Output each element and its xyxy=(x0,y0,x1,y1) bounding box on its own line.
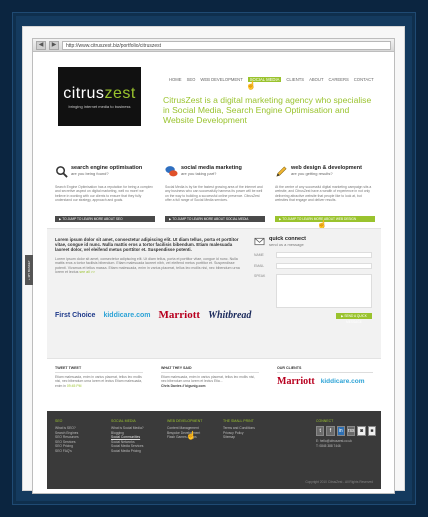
nav-careers[interactable]: CAREERS xyxy=(329,77,349,82)
kiddicare-logo: kiddicare.com xyxy=(103,311,151,319)
basket-side-tab[interactable]: + MY BASKET xyxy=(25,255,33,285)
nav-web-development[interactable]: WEB DEVELOPMENT xyxy=(200,77,242,82)
envelope-icon xyxy=(254,237,265,246)
copyright: Copyright 2010 CitrusZest - All Rights R… xyxy=(305,480,373,484)
twitter-icon[interactable]: t xyxy=(316,426,325,436)
top-navigation: HOME SEO WEB DEVELOPMENT SOCIAL MEDIA CL… xyxy=(169,77,374,82)
footer-link[interactable]: Social Media Pricing xyxy=(111,449,153,454)
marriott-logo: Marriott xyxy=(158,309,201,321)
rss-icon[interactable]: rss xyxy=(346,426,356,436)
learn-more-seo-button[interactable]: ▶ TO JUMP TO LEARN MORE ABOUT SEO xyxy=(55,216,155,222)
service-subtitle: are you being found? xyxy=(71,171,109,176)
social-links: t f in rss ◙ ■ xyxy=(316,426,376,436)
footer-link[interactable]: SEO FAQ's xyxy=(55,449,97,454)
delicious-icon[interactable]: ■ xyxy=(367,426,376,436)
tweet-time-link[interactable]: 09:45 PM xyxy=(67,384,82,388)
testimonial-text: Etiam malesuada, enim in varius placerat… xyxy=(161,375,255,384)
name-label: NAME xyxy=(254,253,264,257)
marriott-logo: Marriott xyxy=(277,376,315,387)
footer-col-social: SOCIAL MEDIA What is Social Media? Blogg… xyxy=(111,419,153,454)
speak-label: SPEAK xyxy=(254,274,266,278)
footer-connect: CONNECT t f in rss ◙ ■ E: hello@citrusze… xyxy=(316,419,376,448)
whitbread-logo: Whitbread xyxy=(208,309,252,321)
footer-heading: CONNECT xyxy=(316,419,334,423)
lower-section: TWEET TWEET Etiam malesuada, enim in var… xyxy=(55,366,373,388)
service-description: Social Media is by far the fastest growi… xyxy=(165,185,263,202)
nav-about[interactable]: ABOUT xyxy=(309,77,323,82)
nav-clients[interactable]: CLIENTS xyxy=(286,77,304,82)
services-row: search engine optimisation are you being… xyxy=(55,165,375,222)
hero-statement: CitrusZest is a digital marketing agency… xyxy=(163,95,372,125)
quick-connect-subtitle: send us a message xyxy=(269,242,304,247)
send-message-button[interactable]: ▶ SEND A QUICK MESSAGE xyxy=(336,313,372,324)
service-description: Search Engine Optimisation has a reputat… xyxy=(55,185,153,202)
kiddicare-logo: kiddicare.com xyxy=(320,378,365,385)
back-button[interactable]: ◀ xyxy=(36,40,46,50)
linkedin-icon[interactable]: in xyxy=(336,426,345,436)
website-page: citruszest bringing internet media to bu… xyxy=(47,53,381,489)
footer-col-seo: SEO What is SEO? Search Engines SEO Reso… xyxy=(55,419,97,454)
footer-link[interactable]: Sitemap xyxy=(223,435,265,440)
service-social-media: social media marketing are you taking pa… xyxy=(165,165,265,222)
forward-button[interactable]: ▶ xyxy=(49,40,59,50)
footer-heading: SOCIAL MEDIA xyxy=(111,419,136,423)
testimonial-heading: WHAT THEY SAID xyxy=(161,366,259,373)
intro-text: Lorem ipsum dolor sit amet, consectetur … xyxy=(55,237,241,275)
citruszest-logo[interactable]: citruszest bringing internet media to bu… xyxy=(58,67,141,126)
browser-window: ◀ ▶ http://www.citruszest.biz/portfolio/… xyxy=(25,38,395,494)
nav-contact[interactable]: CONTACT xyxy=(354,77,374,82)
address-bar[interactable]: http://www.citruszest.biz/portfolio/citr… xyxy=(62,40,391,50)
service-subtitle: are you taking part? xyxy=(181,171,217,176)
first-choice-logo: First Choice xyxy=(55,311,96,319)
flickr-icon[interactable]: ◙ xyxy=(357,426,366,436)
logo-tagline: bringing internet media to business xyxy=(68,103,131,109)
hand-cursor-icon: ☝ xyxy=(186,431,196,440)
email-field[interactable] xyxy=(276,263,372,269)
nav-seo[interactable]: SEO xyxy=(187,77,196,82)
tweet-column: TWEET TWEET Etiam malesuada, enim in var… xyxy=(55,366,143,388)
quick-connect-form: quick connect send us a message NAME EMA… xyxy=(254,236,372,324)
see-all-link[interactable]: see all >> xyxy=(79,270,95,274)
client-logos: First Choice kiddicare.com Marriott Whit… xyxy=(55,309,251,321)
pencil-icon xyxy=(276,166,287,177)
browser-toolbar: ◀ ▶ http://www.citruszest.biz/portfolio/… xyxy=(33,39,394,52)
footer-heading: WEB DEVELOPMENT xyxy=(167,419,203,423)
nav-home[interactable]: HOME xyxy=(169,77,182,82)
contact-phone: T: 0845 388 7446 xyxy=(316,443,341,448)
footer-heading: THE SMALL PRINT xyxy=(223,419,254,423)
site-footer: SEO What is SEO? Search Engines SEO Reso… xyxy=(47,411,381,489)
testimonial-author: Chris Davies // bigunig.com xyxy=(161,383,206,388)
learn-more-social-button[interactable]: ▶ TO JUMP TO LEARN MORE ABOUT SOCIAL MED… xyxy=(165,216,265,222)
speech-bubbles-icon xyxy=(165,166,178,177)
clients-column: OUR CLIENTS Marriott kiddicare.com xyxy=(277,366,373,388)
service-seo: search engine optimisation are you being… xyxy=(55,165,155,222)
footer-col-small-print: THE SMALL PRINT Terms and Conditions Pri… xyxy=(223,419,265,454)
name-field[interactable] xyxy=(276,252,372,258)
intro-lead: Lorem ipsum dolor sit amet, consectetur … xyxy=(55,237,239,253)
hand-cursor-icon: ☝ xyxy=(246,81,256,90)
intro-band: Lorem ipsum dolor sit amet, consectetur … xyxy=(47,228,381,359)
magnifier-icon xyxy=(56,166,68,178)
logo-word-b: zest xyxy=(104,84,136,102)
service-web-design: web design & development are you getting… xyxy=(275,165,375,222)
message-field[interactable] xyxy=(276,274,372,308)
clients-heading: OUR CLIENTS xyxy=(277,366,373,373)
testimonial-column: WHAT THEY SAID Etiam malesuada, enim in … xyxy=(161,366,259,388)
service-description: At the centre of any successful digital … xyxy=(275,185,372,202)
service-subtitle: are you getting results? xyxy=(291,171,333,176)
email-label: EMAIL xyxy=(254,264,265,268)
tweet-heading: TWEET TWEET xyxy=(55,366,143,373)
logo-word-a: citrus xyxy=(63,84,105,102)
facebook-icon[interactable]: f xyxy=(326,426,335,436)
footer-heading: SEO xyxy=(55,419,63,423)
